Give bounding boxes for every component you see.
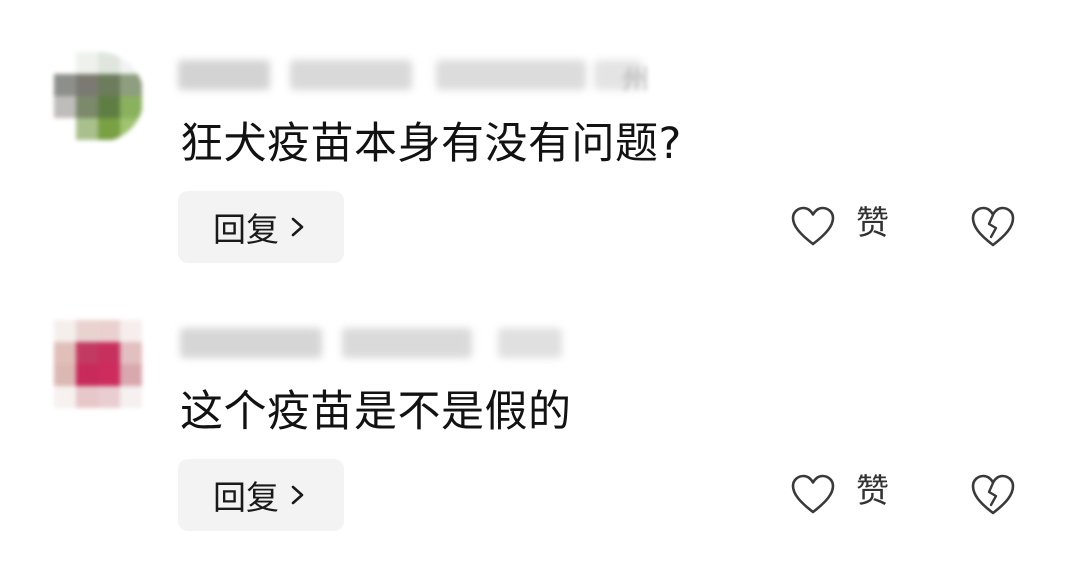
chevron-right-icon — [291, 485, 304, 505]
location-redacted — [498, 328, 562, 358]
avatar[interactable] — [54, 320, 144, 410]
reply-label: 回复 — [213, 210, 279, 249]
comment-text: 狂犬疫苗本身有没有问题? — [180, 119, 682, 169]
reply-label: 回复 — [213, 478, 279, 517]
comment-item: 州 狂犬疫苗本身有没有问题? 回复 赞 — [0, 0, 1080, 270]
like-label: 赞 — [856, 471, 889, 510]
broken-heart-icon[interactable] — [970, 472, 1016, 516]
author-name-redacted — [342, 328, 472, 358]
avatar[interactable] — [54, 52, 144, 142]
location-label: 州 — [622, 65, 649, 96]
author-name-redacted — [178, 60, 270, 90]
author-name-redacted — [290, 60, 412, 90]
comment-item: 这个疫苗是不是假的 回复 赞 — [0, 268, 1080, 538]
heart-outline-icon — [791, 474, 835, 514]
like-button[interactable]: 赞 — [790, 468, 889, 520]
comment-text: 这个疫苗是不是假的 — [180, 387, 572, 437]
author-name-redacted — [436, 60, 586, 90]
reply-button[interactable]: 回复 — [178, 459, 344, 531]
chevron-right-icon — [291, 217, 304, 237]
author-name-redacted — [180, 328, 322, 358]
heart-outline-icon — [791, 206, 835, 246]
broken-heart-icon[interactable] — [970, 204, 1016, 248]
reply-button[interactable]: 回复 — [178, 191, 344, 263]
like-button[interactable]: 赞 — [790, 200, 889, 252]
like-label: 赞 — [856, 203, 889, 242]
